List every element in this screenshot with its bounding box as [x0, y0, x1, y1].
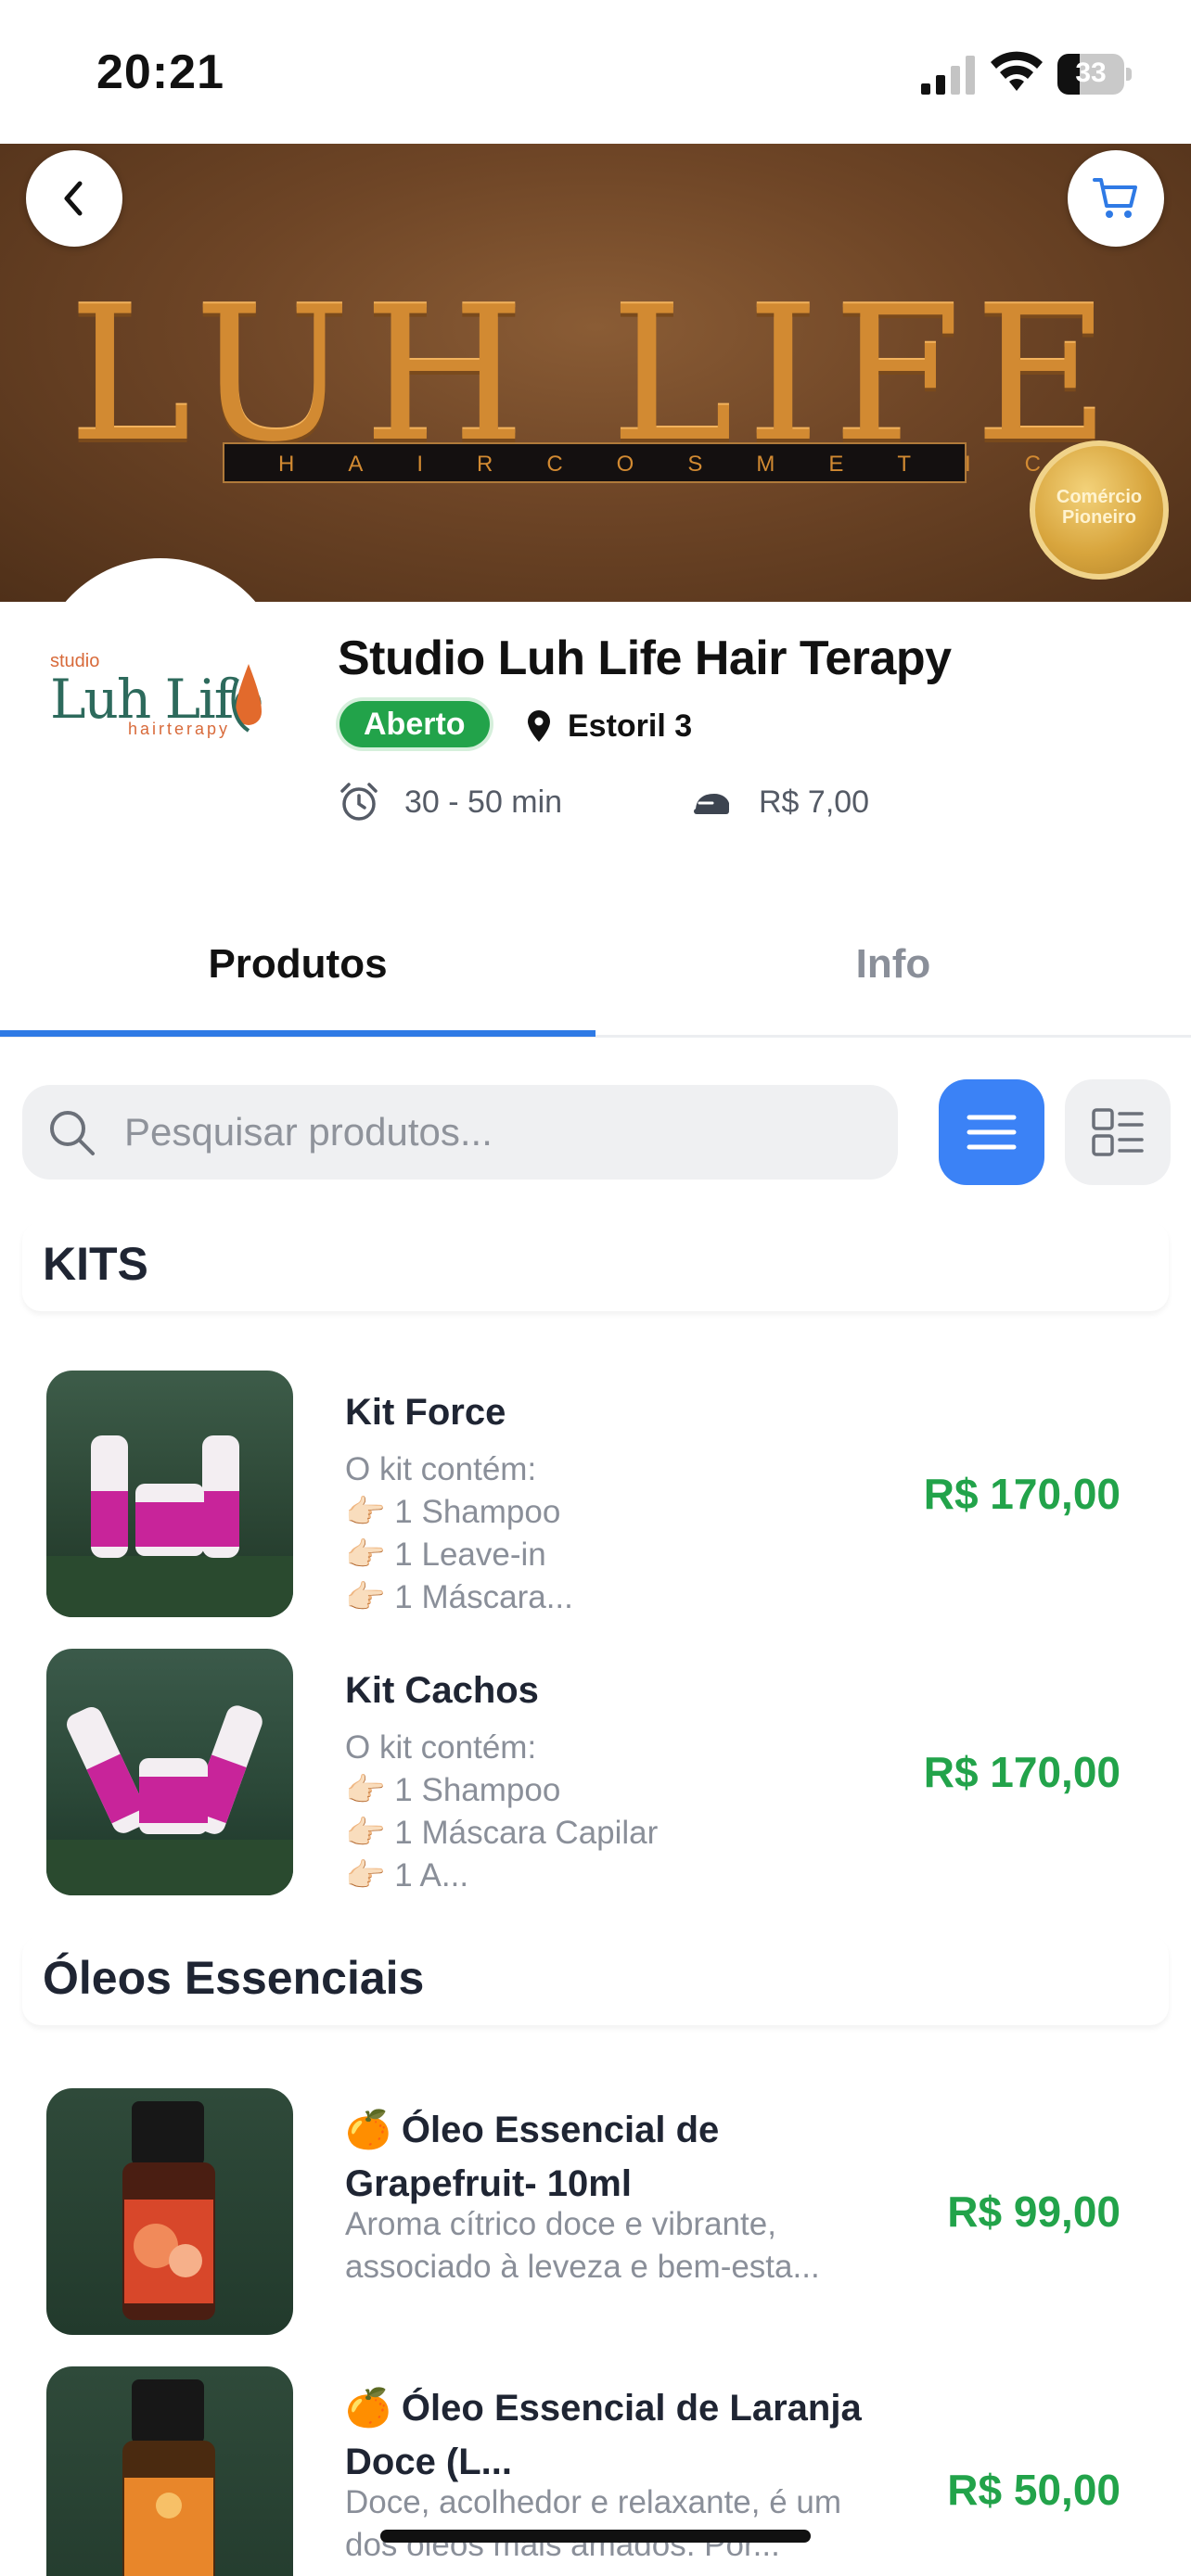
- tab-info[interactable]: Info: [596, 927, 1191, 1039]
- map-pin-icon: [528, 710, 550, 742]
- product-name: 🍊 Óleo Essencial de Laranja Doce (L...: [345, 2388, 862, 2482]
- product-item[interactable]: Kit Cachos O kit contém: 👉🏻 1 Shampoo 👉🏻…: [0, 1649, 1191, 1899]
- product-name: Kit Cachos: [345, 1670, 539, 1711]
- seal-label: Comércio Pioneiro: [1056, 487, 1143, 528]
- section-title: KITS: [43, 1238, 148, 1290]
- product-item[interactable]: Kit Force O kit contém: 👉🏻 1 Shampoo 👉🏻 …: [0, 1371, 1191, 1621]
- store-banner: LUH LIFE HAIRCOSMETICS Comércio Pioneiro: [0, 144, 1191, 602]
- product-image: [46, 1649, 293, 1895]
- cart-icon: [1093, 178, 1137, 218]
- delivery-time: 30 - 50 min: [338, 779, 562, 825]
- logo-drop-icon: [231, 664, 262, 733]
- cellular-signal-icon: [921, 56, 975, 95]
- home-indicator[interactable]: [380, 2530, 811, 2543]
- product-price: R$ 50,00: [947, 2466, 1121, 2514]
- product-price: R$ 99,00: [947, 2187, 1121, 2236]
- product-image: [46, 2088, 293, 2335]
- logo-sub-text: hairterapy: [128, 720, 231, 738]
- open-status-badge: Aberto: [339, 701, 490, 747]
- product-description: O kit contém: 👉🏻 1 Shampoo 👉🏻 1 Leave-in…: [345, 1451, 573, 1615]
- store-location[interactable]: Estoril 3: [525, 703, 692, 749]
- section-header-kits: KITS: [22, 1222, 1169, 1311]
- banner-brand: LUH LIFE: [68, 267, 1123, 483]
- product-name: Kit Force: [345, 1392, 506, 1433]
- delivery-fee: R$ 7,00: [692, 779, 869, 825]
- store-name: Studio Luh Life Hair Terapy: [338, 631, 952, 685]
- grid-view-button[interactable]: [1065, 1079, 1171, 1185]
- product-name: 🍊 Óleo Essencial de Grapefruit- 10ml: [345, 2110, 720, 2204]
- status-time: 20:21: [96, 45, 224, 99]
- product-image: [46, 1371, 293, 1617]
- product-image: [46, 2366, 293, 2576]
- search-box[interactable]: [22, 1085, 898, 1180]
- active-tab-indicator: [0, 1030, 596, 1037]
- list-icon: [967, 1115, 1017, 1150]
- product-item[interactable]: 🍊 Óleo Essencial de Grapefruit- 10ml Aro…: [0, 2088, 1191, 2339]
- cart-button[interactable]: [1068, 150, 1164, 247]
- status-bar: 20:21 33: [0, 0, 1191, 144]
- search-icon: [50, 1111, 95, 1155]
- location-label: Estoril 3: [568, 708, 693, 744]
- product-price: R$ 170,00: [923, 1748, 1121, 1796]
- wifi-icon: [991, 51, 1043, 91]
- list-view-button[interactable]: [939, 1079, 1044, 1185]
- delivery-fee-text: R$ 7,00: [759, 784, 870, 820]
- section-header-oleos: Óleos Essenciais: [22, 1936, 1169, 2025]
- battery-level: 33: [1075, 57, 1107, 88]
- alarm-clock-icon: [340, 783, 378, 821]
- delivery-time-text: 30 - 50 min: [404, 784, 563, 820]
- back-button[interactable]: [26, 150, 122, 247]
- chevron-left-icon: [64, 181, 83, 216]
- delivery-scooter-icon: [694, 794, 729, 814]
- grid-list-icon: [1092, 1108, 1144, 1156]
- product-price: R$ 170,00: [923, 1470, 1121, 1518]
- product-description: O kit contém: 👉🏻 1 Shampoo 👉🏻 1 Máscara …: [345, 1729, 659, 1894]
- section-title: Óleos Essenciais: [43, 1952, 425, 2004]
- battery-icon: 33: [1057, 54, 1132, 95]
- product-item[interactable]: 🍊 Óleo Essencial de Laranja Doce (L... D…: [0, 2366, 1191, 2576]
- product-description: Doce, acolhedor e relaxante, é um dos ól…: [345, 2484, 842, 2563]
- banner-tagline: HAIRCOSMETICS: [278, 452, 1164, 477]
- search-input[interactable]: [124, 1102, 866, 1163]
- pioneer-seal: Comércio Pioneiro: [1030, 440, 1169, 580]
- banner-tagline-strip: HAIRCOSMETICS: [223, 442, 1164, 483]
- store-logo: studio Luh Life hairterapy: [35, 558, 286, 809]
- tab-produtos[interactable]: Produtos: [0, 927, 596, 1039]
- product-description: Aroma cítrico doce e vibrante, associado…: [345, 2206, 820, 2285]
